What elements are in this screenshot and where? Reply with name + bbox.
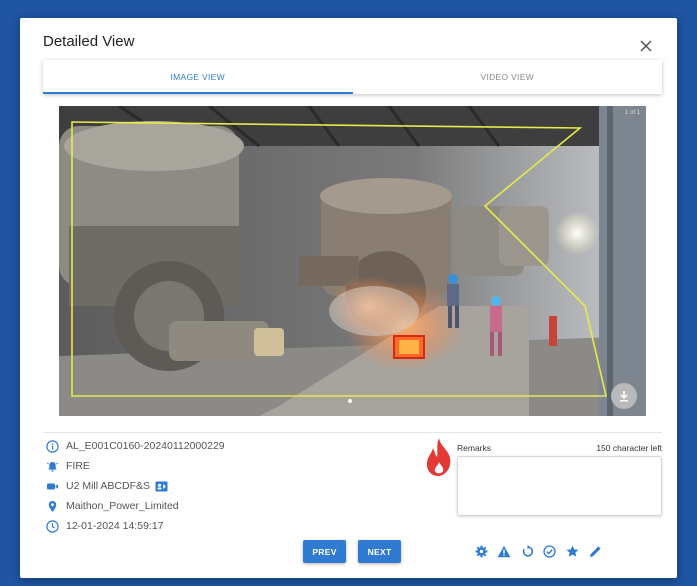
view-tabs: IMAGE VIEW VIDEO VIEW xyxy=(43,60,662,94)
clock-icon xyxy=(45,519,59,533)
alert-details: AL_E001C0160-20240112000229 FIRE U2 Mill… xyxy=(45,436,225,536)
star-icon xyxy=(566,545,579,557)
favorite-button[interactable] xyxy=(562,541,583,561)
alarm-icon xyxy=(45,459,59,473)
timestamp: 12-01-2024 14:59:17 xyxy=(66,520,164,532)
close-icon[interactable] xyxy=(638,38,654,54)
event-type: FIRE xyxy=(66,460,90,472)
timestamp-row: 12-01-2024 14:59:17 xyxy=(45,516,225,536)
gear-icon xyxy=(475,545,488,557)
site-row: Maithon_Power_Limited xyxy=(45,496,225,516)
page-count: 1 of 1 xyxy=(624,110,640,116)
carousel-dot[interactable] xyxy=(348,399,352,403)
warning-icon xyxy=(497,545,511,557)
character-counter: 150 character left xyxy=(596,443,662,453)
dialog-title: Detailed View xyxy=(43,33,135,50)
fire-icon xyxy=(426,438,451,476)
alert-image xyxy=(59,106,646,416)
settings-button[interactable] xyxy=(471,541,492,561)
divider xyxy=(43,432,662,433)
reopen-button[interactable] xyxy=(517,541,538,561)
refresh-icon xyxy=(522,544,533,557)
remarks-label: Remarks xyxy=(457,443,492,453)
check-circle-icon xyxy=(543,544,557,558)
video-camera-icon xyxy=(45,479,59,493)
location-pin-icon xyxy=(45,499,59,513)
tab-image-view[interactable]: IMAGE VIEW xyxy=(43,60,353,94)
camera-name: U2 Mill ABCDF&S xyxy=(66,480,151,492)
edit-icon xyxy=(589,545,601,557)
info-icon xyxy=(45,439,59,453)
remarks-input[interactable] xyxy=(457,456,662,516)
live-video-icon[interactable] xyxy=(155,481,168,492)
download-button[interactable] xyxy=(611,383,637,409)
camera-row: U2 Mill ABCDF&S xyxy=(45,476,225,496)
detailed-view-dialog: Detailed View IMAGE VIEW VIDEO VIEW 1 of… xyxy=(20,18,677,578)
resolve-button[interactable] xyxy=(539,541,560,561)
next-button[interactable]: NEXT xyxy=(358,540,401,563)
escalate-button[interactable] xyxy=(494,541,515,561)
edit-button[interactable] xyxy=(585,541,606,561)
prev-button[interactable]: PREV xyxy=(303,540,346,563)
download-icon xyxy=(620,391,628,402)
event-type-row: FIRE xyxy=(45,456,225,476)
action-toolbar xyxy=(471,541,608,561)
alert-id-row: AL_E001C0160-20240112000229 xyxy=(45,436,225,456)
alert-image-viewer: 1 of 1 xyxy=(59,106,646,416)
site-name: Maithon_Power_Limited xyxy=(66,500,179,512)
tab-video-view[interactable]: VIDEO VIEW xyxy=(353,60,663,94)
alert-id: AL_E001C0160-20240112000229 xyxy=(66,440,225,452)
